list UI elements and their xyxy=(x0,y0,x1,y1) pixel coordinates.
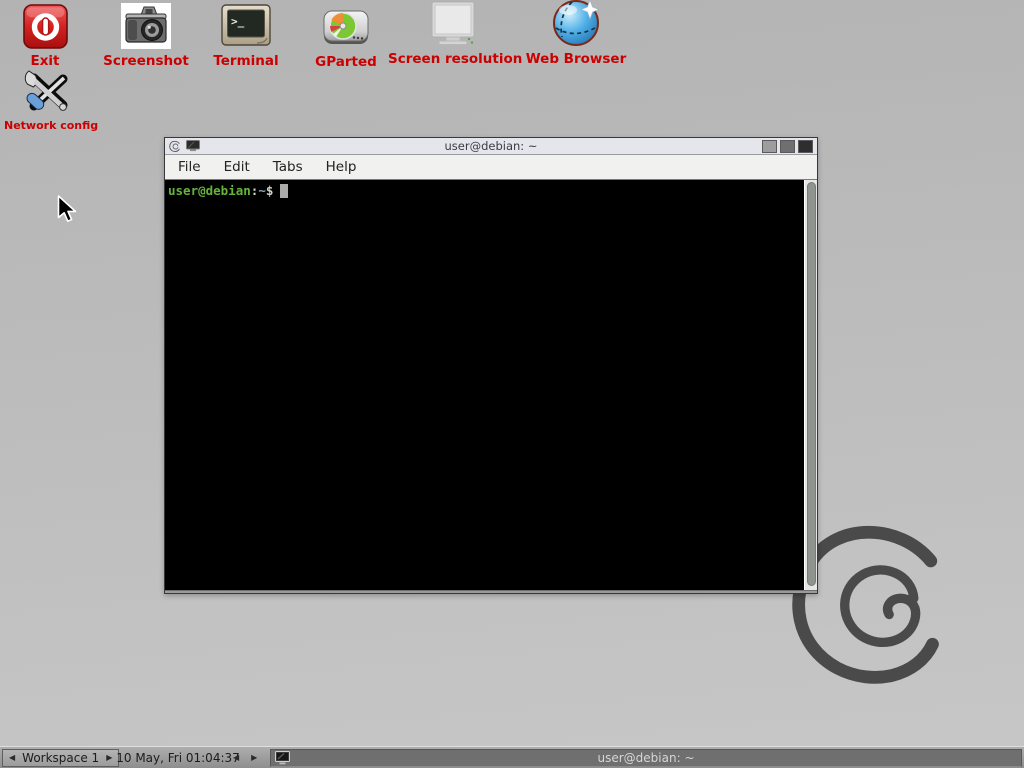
menu-help[interactable]: Help xyxy=(324,157,359,177)
task-button-title: user@debian: ~ xyxy=(271,751,1021,765)
tasklist-prev-icon[interactable]: ◀ xyxy=(233,754,239,762)
tasklist-scroll: ◀ ▶ xyxy=(233,747,257,768)
camera-icon xyxy=(98,2,194,49)
menu-tabs[interactable]: Tabs xyxy=(271,157,305,177)
terminal-cursor xyxy=(280,184,288,198)
terminal-screen[interactable]: user@debian:~$ xyxy=(165,180,817,590)
globe-icon xyxy=(523,0,629,47)
desktop-icon-network-config[interactable]: Network config xyxy=(4,68,92,132)
desktop-icon-label: Web Browser xyxy=(523,51,629,67)
tasklist-next-icon[interactable]: ▶ xyxy=(251,754,257,762)
taskbar-clock: 10 May, Fri 01:04:37 xyxy=(110,747,246,768)
workspace-prev-icon[interactable]: ◀ xyxy=(9,754,15,762)
scrollbar-thumb[interactable] xyxy=(807,182,816,586)
desktop-icon-label: Screenshot xyxy=(98,53,194,69)
taskbar-task-terminal[interactable]: user@debian: ~ xyxy=(270,749,1022,767)
shell-prompt: user@debian:~$ xyxy=(165,180,817,198)
desktop-icon-label: Terminal xyxy=(203,53,289,69)
workspace-label: Workspace 1 xyxy=(22,751,99,765)
prompt-symbol: $ xyxy=(266,183,274,198)
monitor-icon xyxy=(388,0,518,47)
desktop-icon-label: Network config xyxy=(4,119,92,132)
close-button[interactable] xyxy=(798,140,813,153)
hard-disk-icon xyxy=(306,3,386,50)
taskbar-panel: ◀ Workspace 1 ▶ 10 May, Fri 01:04:37 ◀ ▶… xyxy=(0,746,1024,768)
terminal-menubar: File Edit Tabs Help xyxy=(165,155,817,180)
desktop-icon-label: GParted xyxy=(306,54,386,70)
menu-edit[interactable]: Edit xyxy=(222,157,252,177)
maximize-button[interactable] xyxy=(780,140,795,153)
window-resize-grip[interactable] xyxy=(165,590,817,593)
prompt-path: ~ xyxy=(258,183,266,198)
crt-terminal-icon: >_ xyxy=(203,2,289,49)
desktop-icon-screen-resolution[interactable]: Screen resolution xyxy=(388,0,518,67)
mouse-cursor xyxy=(57,195,79,225)
power-icon xyxy=(10,2,80,49)
wrench-screwdriver-icon xyxy=(4,68,92,115)
minimize-button[interactable] xyxy=(762,140,777,153)
desktop-icon-exit[interactable]: Exit xyxy=(10,2,80,69)
window-title: user@debian: ~ xyxy=(165,139,817,153)
menu-file[interactable]: File xyxy=(176,157,203,177)
terminal-window: user@debian: ~ File Edit Tabs Help user@… xyxy=(164,137,818,594)
window-titlebar[interactable]: user@debian: ~ xyxy=(165,138,817,155)
svg-text:>_: >_ xyxy=(231,15,245,28)
desktop-icon-web-browser[interactable]: Web Browser xyxy=(523,0,629,67)
desktop-icon-gparted[interactable]: GParted xyxy=(306,3,386,70)
desktop-icon-label: Screen resolution xyxy=(388,51,518,67)
desktop-icon-screenshot[interactable]: Screenshot xyxy=(98,2,194,69)
desktop-icon-terminal[interactable]: >_ Terminal xyxy=(203,2,289,69)
prompt-user-host: user@debian xyxy=(168,183,251,198)
workspace-switcher[interactable]: ◀ Workspace 1 ▶ xyxy=(2,749,119,767)
terminal-scrollbar[interactable] xyxy=(804,180,817,590)
